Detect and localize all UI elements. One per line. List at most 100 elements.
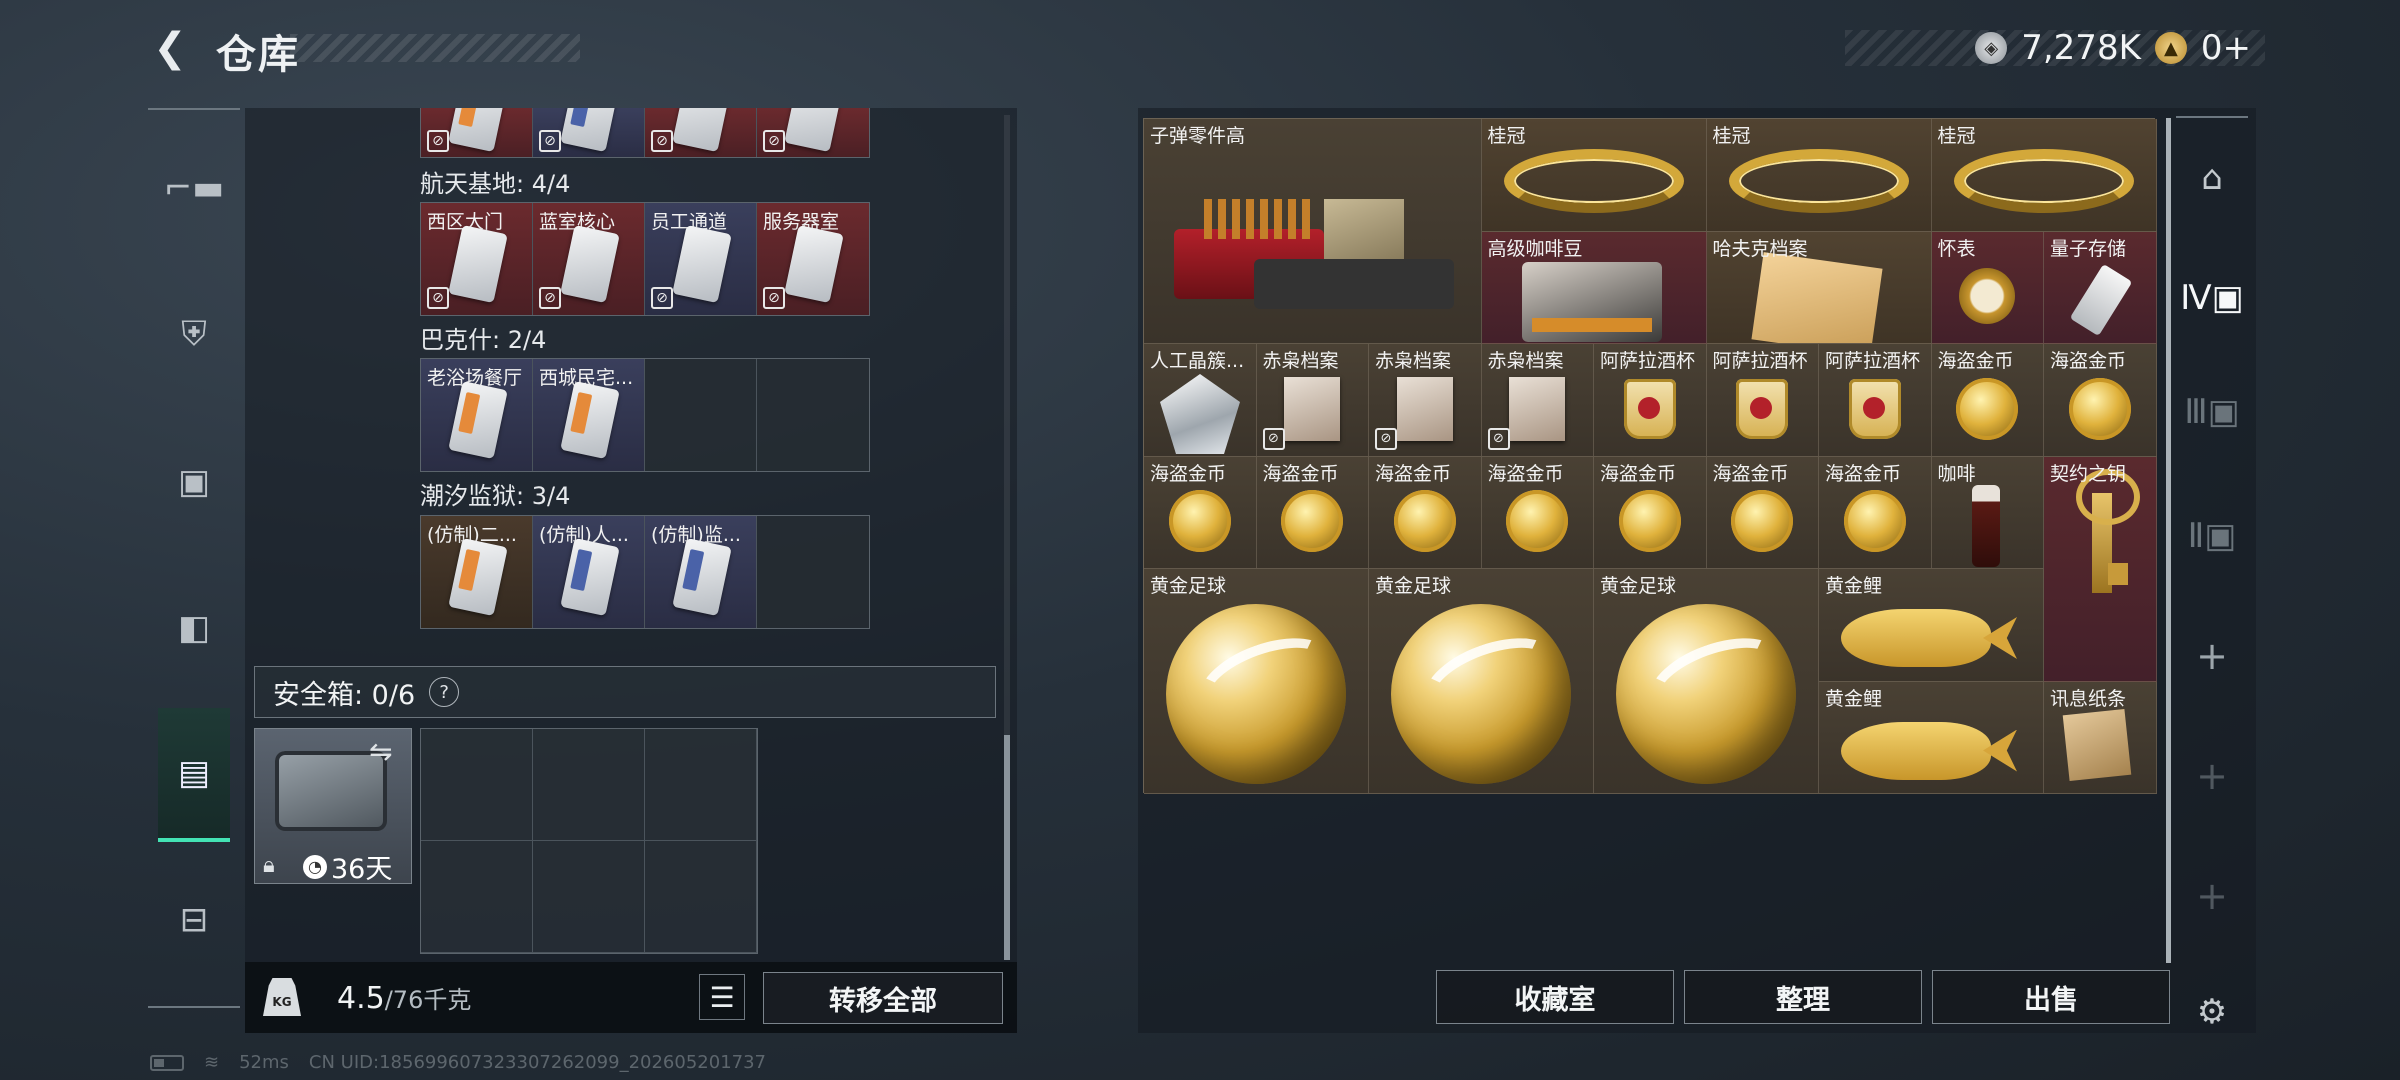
key-card-cell[interactable]: ⊘ [533, 108, 645, 157]
weight-bar: KG 4.5/76千克 ☰ 转移全部 [245, 962, 1017, 1033]
stash-tab-IV[interactable]: Ⅳ▣ [2176, 262, 2248, 334]
safe-slot[interactable] [533, 729, 645, 841]
stash-item[interactable]: 海盗金币 [1256, 456, 1369, 569]
left-scrollbar-thumb[interactable] [1004, 735, 1010, 960]
stash-tab-II[interactable]: Ⅱ▣ [2176, 500, 2248, 572]
stash-item[interactable]: 海盗金币 [1369, 456, 1482, 569]
gold-currency-amount[interactable]: 0+ [2201, 28, 2251, 68]
stash-III-icon: Ⅲ▣ [2184, 392, 2240, 432]
stash-item[interactable]: 桂冠 [1706, 119, 1932, 232]
rail-chest-rig-button[interactable]: ◧ [158, 592, 230, 664]
swap-icon[interactable]: ⇋ [369, 735, 392, 768]
stash-item-label: 桂冠 [1712, 125, 1751, 147]
safe-slot[interactable] [533, 841, 645, 953]
stash-II-icon: Ⅱ▣ [2187, 516, 2237, 556]
stash-item[interactable]: 黄金足球 [1144, 569, 1369, 794]
stash-item[interactable]: 赤枭档案 ⊘ [1256, 344, 1369, 457]
safe-slot[interactable] [421, 841, 533, 953]
photo-item-image [1284, 376, 1341, 441]
stash-item-label: 怀表 [1937, 237, 1976, 260]
safe-slot[interactable] [645, 841, 757, 953]
stash-item-grid[interactable]: 子弹零件高 桂冠 桂冠 桂冠 高级咖啡豆 哈夫克档案 怀表 量子存储 人工晶簇... 赤枭档案 ⊘ 赤… [1143, 118, 2157, 794]
back-arrow-icon[interactable]: ❮ [148, 25, 192, 71]
stash-item[interactable]: 赤枭档案 ⊘ [1481, 344, 1594, 457]
collection-room-button[interactable]: 收藏室 [1436, 970, 1674, 1024]
stash-item[interactable]: 桂冠 [1481, 119, 1707, 232]
coin-item-image [2068, 377, 2131, 440]
stash-item[interactable]: 海盗金币 [1481, 456, 1594, 569]
title-decoration [290, 34, 580, 62]
add-stash-tab-button[interactable]: + [2176, 620, 2248, 692]
stash-item-label: 阿萨拉酒杯 [1712, 350, 1808, 372]
gold-coin-icon: ▲ [2154, 32, 2187, 64]
battery-icon [150, 1054, 184, 1071]
safe-box-item[interactable]: ⇋ 🔒︎ ◔ 36天 [254, 728, 412, 885]
stash-tab-III[interactable]: Ⅲ▣ [2176, 376, 2248, 448]
clock-icon: ◔ [303, 854, 327, 879]
bottle-item-image [1971, 484, 2000, 567]
safe-box-grid[interactable] [420, 728, 758, 954]
stash-item-label: 契约之钥 [2050, 462, 2127, 485]
stash-item-label: 阿萨拉酒杯 [1825, 350, 1921, 372]
stash-item[interactable]: 怀表 [1931, 231, 2044, 344]
key-card-cell[interactable]: ⊘ [757, 108, 869, 157]
ammo-item-image [1174, 159, 1454, 319]
key-card-cell[interactable]: ⊘ [645, 108, 757, 157]
stash-item-label: 赤枭档案 [1487, 350, 1564, 372]
list-view-button[interactable]: ☰ [699, 974, 745, 1020]
stash-item-label: 桂冠 [1937, 125, 1976, 147]
rig-icon: ◧ [177, 608, 211, 648]
stash-item[interactable]: 海盗金币 [1594, 456, 1707, 569]
key-card-cell[interactable]: (仿制)人... [533, 516, 645, 628]
stash-item-label: 赤枭档案 [1262, 350, 1339, 372]
stash-item[interactable]: 哈夫克档案 [1706, 231, 1932, 344]
stash-item[interactable]: 桂冠 [1931, 119, 2157, 232]
key-card-cell[interactable]: 老浴场餐厅 [421, 359, 533, 471]
key-card-cell[interactable]: (仿制)二... [421, 516, 533, 628]
stash-item[interactable]: 人工晶簇... [1144, 344, 1257, 457]
key-card-cell[interactable]: 员工通道 ⊘ [645, 203, 757, 315]
stash-item[interactable]: 讯息纸条 [2044, 681, 2157, 794]
unbound-icon: ⊘ [1262, 427, 1285, 450]
ball-item-image [1391, 604, 1571, 785]
stash-item[interactable]: 子弹零件高 [1144, 119, 1482, 344]
key-card-cell[interactable]: 蓝室核心 ⊘ [533, 203, 645, 315]
rail-safe-box-button[interactable]: ▤ [158, 708, 230, 842]
stash-item[interactable]: 阿萨拉酒杯 [1819, 344, 1932, 457]
help-icon[interactable]: ? [429, 677, 460, 707]
stash-item[interactable]: 海盗金币 [2044, 344, 2157, 457]
unbound-icon: ⊘ [427, 287, 449, 309]
settings-button[interactable]: ⚙ [2176, 976, 2248, 1048]
stash-item[interactable]: 高级咖啡豆 [1481, 231, 1707, 344]
stash-tab-vault[interactable]: ⌂ [2176, 142, 2248, 214]
rail-weapons-button[interactable]: ⌐▬ [158, 152, 230, 224]
stash-item[interactable]: 黄金鲤 [1819, 681, 2044, 794]
stash-item[interactable]: 海盗金币 [1819, 456, 1932, 569]
key-card-cell[interactable]: 西区大门 ⊘ [421, 203, 533, 315]
stash-item[interactable]: 阿萨拉酒杯 [1706, 344, 1819, 457]
organize-button[interactable]: 整理 [1684, 970, 1922, 1024]
stash-item[interactable]: 海盗金币 [1144, 456, 1257, 569]
key-card-cell[interactable]: (仿制)监... [645, 516, 757, 628]
key-card-cell[interactable]: 服务器室 ⊘ [757, 203, 869, 315]
stash-item[interactable]: 黄金足球 [1369, 569, 1594, 794]
stash-item[interactable]: 咖啡 [1931, 456, 2044, 569]
rail-armor-button[interactable]: ⛨ [158, 298, 230, 370]
stash-item[interactable]: 海盗金币 [1931, 344, 2044, 457]
stash-item[interactable]: 契约之钥 [2044, 456, 2157, 682]
safe-slot[interactable] [645, 729, 757, 841]
sell-button[interactable]: 出售 [1932, 970, 2170, 1024]
stash-item[interactable]: 量子存储 [2044, 231, 2157, 344]
rail-toolbox-button[interactable]: ⊟ [158, 884, 230, 956]
stash-item[interactable]: 阿萨拉酒杯 [1594, 344, 1707, 457]
transfer-all-button[interactable]: 转移全部 [763, 972, 1003, 1024]
stash-item[interactable]: 黄金鲤 [1819, 569, 2044, 682]
stash-item[interactable]: 黄金足球 [1594, 569, 1819, 794]
stash-item-label: 阿萨拉酒杯 [1600, 350, 1696, 372]
safe-slot[interactable] [421, 729, 533, 841]
key-card-cell[interactable]: ⊘ [421, 108, 533, 157]
rail-backpack-button[interactable]: ▣ [158, 446, 230, 518]
key-card-cell[interactable]: 西城民宅... [533, 359, 645, 471]
stash-item[interactable]: 赤枭档案 ⊘ [1369, 344, 1482, 457]
stash-item[interactable]: 海盗金币 [1706, 456, 1819, 569]
